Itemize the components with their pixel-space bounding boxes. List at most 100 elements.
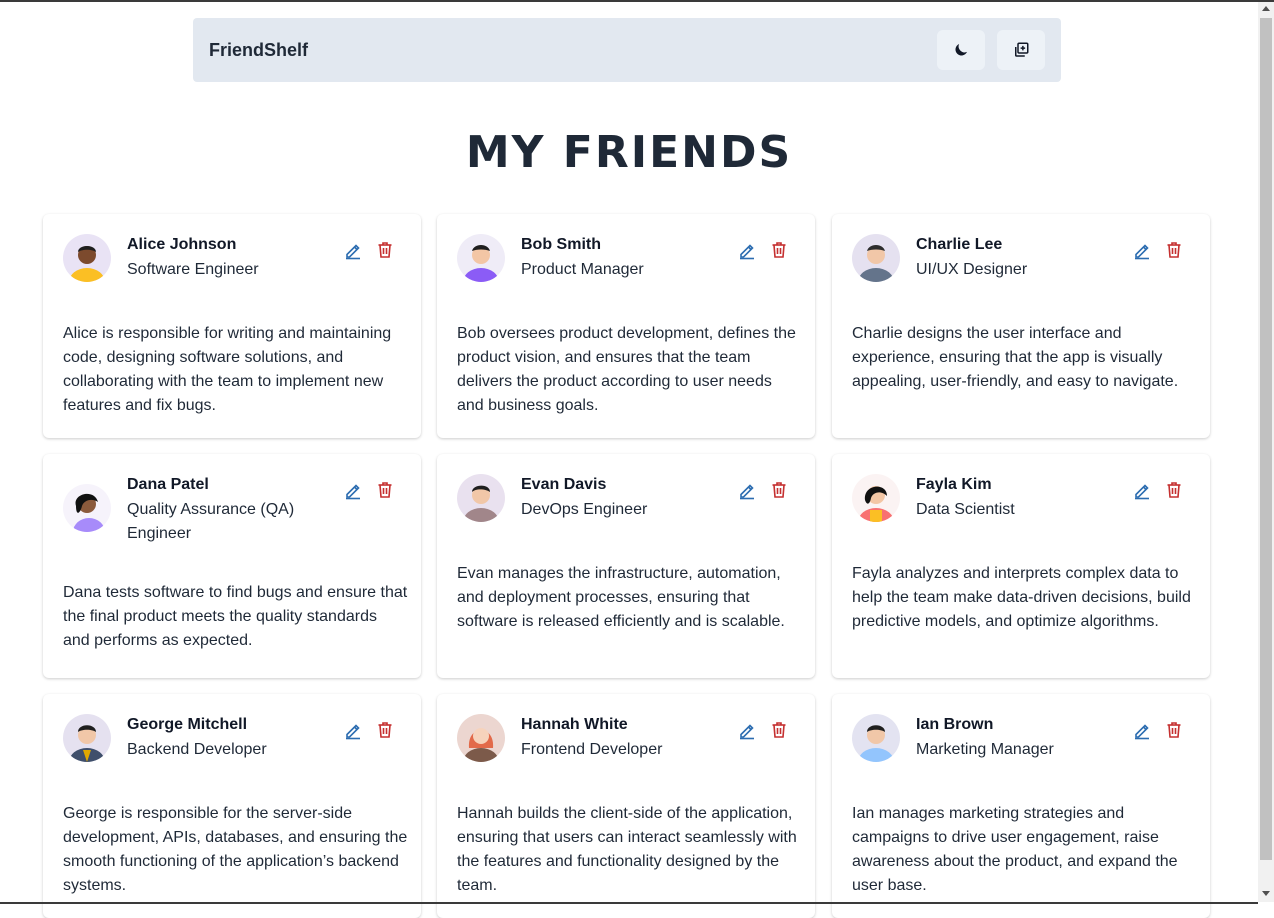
pencil-icon [346, 484, 360, 500]
friend-name: Charlie Lee [916, 236, 1003, 253]
avatar [457, 474, 505, 522]
person-avatar-icon [858, 245, 894, 282]
friend-card: Ian Brown Marketing Manager Ian manages … [832, 694, 1210, 918]
delete-button[interactable] [1164, 480, 1184, 500]
pencil-icon [1135, 724, 1149, 740]
friend-description: Charlie designs the user interface and e… [852, 325, 1179, 390]
avatar [63, 714, 111, 762]
friend-role: Data Scientist [916, 501, 1015, 518]
avatar [852, 474, 900, 522]
window-top-border [0, 0, 1274, 2]
friend-card: Charlie Lee UI/UX Designer Charlie desig… [832, 214, 1210, 438]
friend-card: Evan Davis DevOps Engineer Evan manages … [437, 454, 815, 678]
friend-role: Backend Developer [127, 741, 267, 758]
scroll-up-arrow-icon[interactable] [1262, 6, 1270, 11]
friend-description: Hannah builds the client-side of the app… [457, 805, 797, 894]
trash-icon [378, 242, 392, 258]
scrollbar-thumb[interactable] [1260, 18, 1272, 860]
friend-name: Alice Johnson [127, 236, 237, 253]
friend-card: Fayla Kim Data Scientist Fayla analyzes … [832, 454, 1210, 678]
edit-button[interactable] [737, 720, 757, 740]
edit-button[interactable] [1132, 480, 1152, 500]
friend-name: Fayla Kim [916, 476, 992, 493]
theme-toggle-button[interactable] [937, 30, 985, 70]
edit-button[interactable] [343, 720, 363, 740]
edit-button[interactable] [343, 480, 363, 500]
trash-icon [772, 242, 786, 258]
friend-role: UI/UX Designer [916, 261, 1028, 278]
delete-button[interactable] [769, 240, 789, 260]
scroll-down-arrow-icon[interactable] [1262, 891, 1270, 896]
avatar [852, 714, 900, 762]
pencil-icon [740, 244, 754, 260]
edit-button[interactable] [343, 240, 363, 260]
friend-name: Dana Patel [127, 476, 209, 493]
pencil-icon [740, 484, 754, 500]
friend-description: Alice is responsible for writing and mai… [63, 325, 392, 414]
delete-button[interactable] [1164, 240, 1184, 260]
add-square-icon [1015, 42, 1029, 57]
edit-button[interactable] [737, 240, 757, 260]
avatar [63, 234, 111, 282]
friend-description: Evan manages the infrastructure, automat… [457, 565, 785, 630]
friend-role: Frontend Developer [521, 741, 663, 758]
friend-card: Alice Johnson Software Engineer Alice is… [43, 214, 421, 438]
avatar [852, 234, 900, 282]
friend-name: Ian Brown [916, 716, 994, 733]
pencil-icon [740, 724, 754, 740]
moon-icon [955, 44, 967, 56]
person-avatar-icon [463, 245, 499, 282]
friend-description: Ian manages marketing strategies and cam… [852, 805, 1178, 894]
trash-icon [1167, 722, 1181, 738]
friend-role: Product Manager [521, 261, 644, 278]
trash-icon [1167, 482, 1181, 498]
trash-icon [1167, 242, 1181, 258]
friend-name: Evan Davis [521, 476, 607, 493]
friend-role: Marketing Manager [916, 741, 1054, 758]
edit-button[interactable] [1132, 720, 1152, 740]
friend-role: Quality Assurance (QA) Engineer [127, 501, 295, 542]
person-avatar-icon [463, 485, 499, 522]
brand-title[interactable]: FriendShelf [209, 40, 925, 61]
person-avatar-icon [858, 725, 894, 762]
delete-button[interactable] [375, 240, 395, 260]
delete-button[interactable] [1164, 720, 1184, 740]
edit-button[interactable] [1132, 240, 1152, 260]
add-friend-button[interactable] [997, 30, 1045, 70]
pencil-icon [346, 244, 360, 260]
page-title: MY FRIENDS [465, 127, 793, 178]
friend-card: Dana Patel Quality Assurance (QA) Engine… [43, 454, 421, 678]
delete-button[interactable] [375, 480, 395, 500]
trash-icon [772, 482, 786, 498]
friend-card: George Mitchell Backend Developer George… [43, 694, 421, 918]
friend-name: George Mitchell [127, 716, 248, 733]
vertical-scrollbar[interactable] [1258, 2, 1274, 902]
friend-role: DevOps Engineer [521, 501, 648, 518]
delete-button[interactable] [375, 720, 395, 740]
friend-name: Bob Smith [521, 236, 601, 253]
navbar: FriendShelf [193, 18, 1061, 82]
pencil-icon [1135, 484, 1149, 500]
person-avatar-icon [69, 246, 105, 282]
edit-button[interactable] [737, 480, 757, 500]
person-avatar-icon [463, 728, 499, 762]
pencil-icon [1135, 244, 1149, 260]
friend-description: George is responsible for the server-sid… [63, 805, 408, 894]
delete-button[interactable] [769, 720, 789, 740]
trash-icon [378, 722, 392, 738]
avatar [457, 234, 505, 282]
avatar [457, 714, 505, 762]
person-avatar-icon [69, 725, 105, 762]
friend-card: Bob Smith Product Manager Bob oversees p… [437, 214, 815, 438]
trash-icon [378, 482, 392, 498]
friend-card: Hannah White Frontend Developer Hannah b… [437, 694, 815, 918]
friend-role: Software Engineer [127, 261, 259, 278]
delete-button[interactable] [769, 480, 789, 500]
pencil-icon [346, 724, 360, 740]
person-avatar-icon [73, 493, 105, 532]
friend-description: Fayla analyzes and interprets complex da… [852, 565, 1191, 630]
friend-description: Dana tests software to find bugs and ens… [63, 584, 408, 649]
person-avatar-icon [858, 486, 894, 522]
avatar [63, 484, 111, 532]
friend-description: Bob oversees product development, define… [457, 325, 796, 414]
